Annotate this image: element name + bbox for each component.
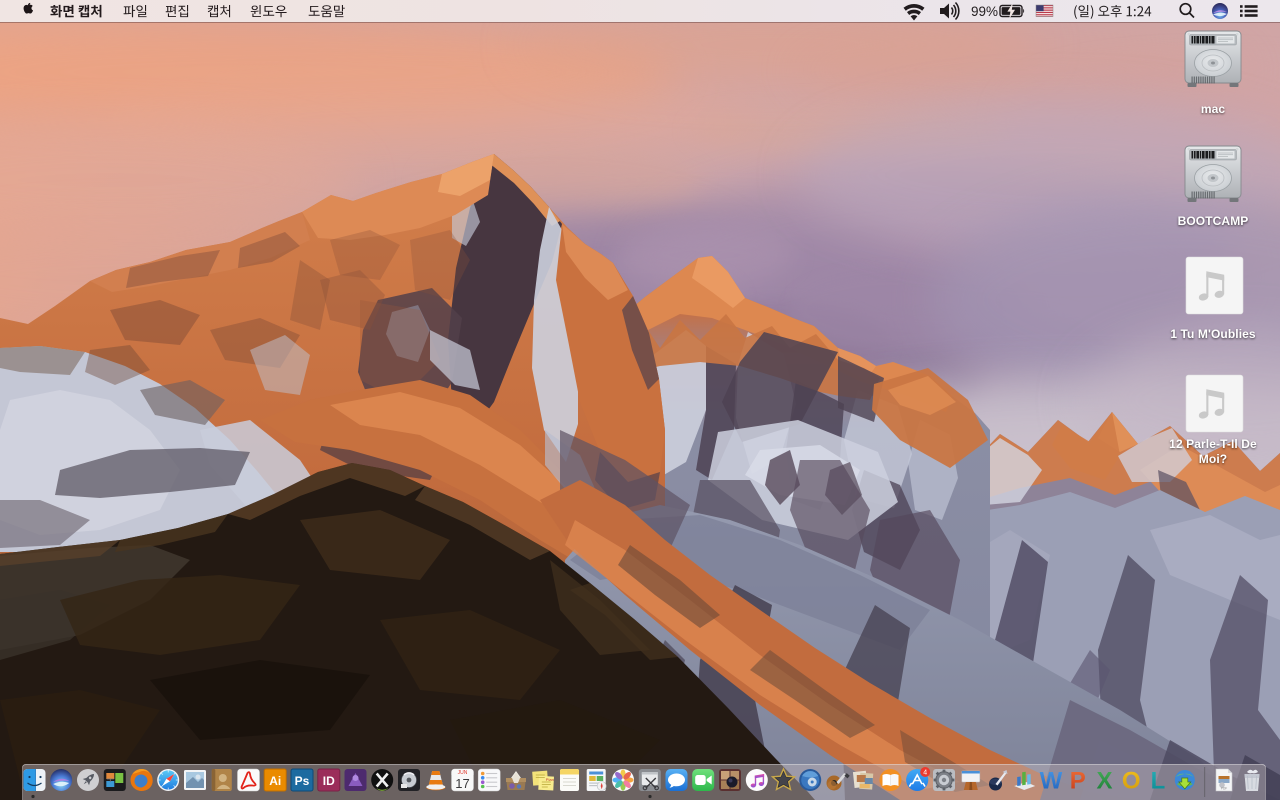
svg-text:W: W: [1040, 768, 1063, 795]
svg-text:P: P: [1070, 768, 1086, 795]
svg-text:Ps: Ps: [295, 774, 310, 788]
svg-text:X: X: [1096, 768, 1112, 795]
svg-text:99%: 99%: [971, 4, 998, 19]
svg-text:4: 4: [923, 769, 927, 776]
svg-text:Ai: Ai: [269, 774, 281, 788]
svg-text:ID: ID: [323, 774, 335, 788]
svg-text:Plan: Plan: [546, 777, 554, 782]
svg-text:17: 17: [455, 776, 469, 791]
svg-text:L: L: [1151, 768, 1166, 795]
svg-text:O: O: [1122, 768, 1141, 795]
svg-text:PDF: PDF: [1221, 787, 1227, 791]
